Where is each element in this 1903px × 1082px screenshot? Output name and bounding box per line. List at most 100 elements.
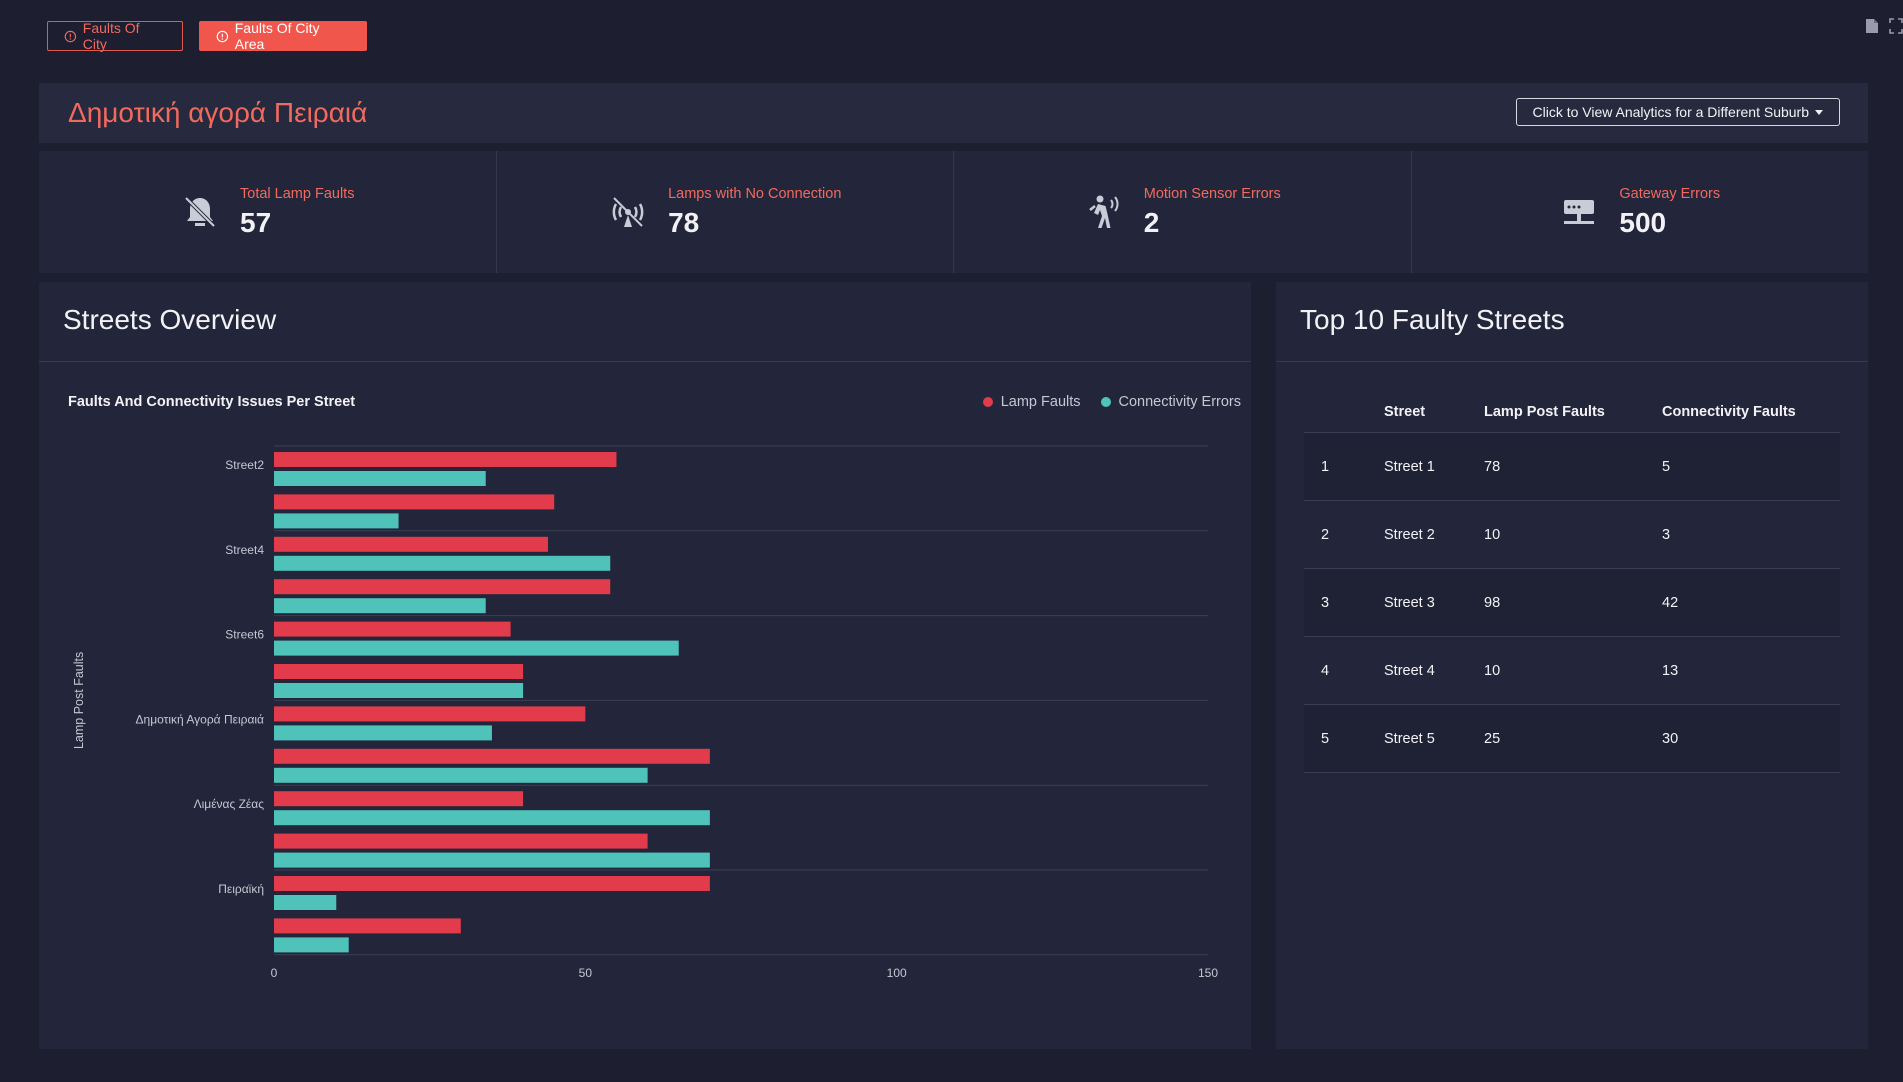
- faults-of-city-button[interactable]: Faults Of City: [47, 20, 183, 52]
- lamp-faults-bar: [274, 536, 548, 552]
- stat-no-connection: Lamps with No Connection 78: [496, 151, 954, 273]
- lamp-faults-bar: [274, 494, 555, 510]
- category-label: Street2: [225, 458, 264, 472]
- stat-value: 2: [1143, 206, 1160, 238]
- top10-title: Top 10 Faulty Streets: [1300, 304, 1565, 335]
- stat-label: Total Lamp Faults: [240, 185, 355, 202]
- street-cell: Street 4: [1384, 636, 1484, 705]
- fullscreen-icon[interactable]: [1889, 18, 1903, 34]
- pdf-file-icon[interactable]: [1865, 18, 1879, 34]
- table-row[interactable]: 5 Street 5 25 30: [1304, 704, 1840, 773]
- top10-table: Street Lamp Post Faults Connectivity Fau…: [1304, 392, 1840, 773]
- gateway-icon: [1564, 200, 1595, 224]
- street-cell: Street 1: [1384, 432, 1484, 501]
- stat-value: 500: [1619, 206, 1667, 238]
- connectivity-faults-cell: 3: [1662, 500, 1840, 569]
- x-tick-label: 0: [271, 966, 278, 980]
- table-row[interactable]: 3 Street 3 98 42: [1304, 568, 1840, 637]
- lamp-faults-bar: [274, 918, 461, 934]
- stat-value: 78: [668, 206, 700, 238]
- stat-motion-sensor: Motion Sensor Errors 2: [954, 151, 1412, 273]
- connectivity-errors-bar: [274, 895, 337, 910]
- x-tick-label: 50: [579, 966, 593, 980]
- rank-cell: 2: [1304, 500, 1384, 569]
- corner-toolbar: [1865, 18, 1903, 34]
- lamp-faults-cell: 10: [1484, 500, 1662, 569]
- lamp-faults-cell: 78: [1484, 432, 1662, 501]
- lamp-faults-bar: [274, 876, 710, 891]
- lamp-faults-cell: 98: [1484, 568, 1662, 637]
- rank-cell: 1: [1304, 432, 1384, 501]
- connectivity-errors-bar: [274, 513, 399, 529]
- lamp-faults-cell: 10: [1484, 636, 1662, 705]
- category-label: Λιμένας Ζέας: [194, 797, 265, 811]
- change-suburb-dropdown[interactable]: Click to View Analytics for a Different …: [1515, 98, 1840, 126]
- lamp-faults-bar: [274, 791, 524, 807]
- motion-sensor-icon: [1088, 195, 1119, 228]
- y-axis-label: Lamp Post Faults: [72, 652, 86, 749]
- connectivity-errors-bar: [274, 810, 710, 826]
- street-cell: Street 5: [1384, 704, 1484, 773]
- info-circle-icon: [216, 30, 229, 42]
- category-label: Street6: [225, 628, 264, 642]
- stat-label: Motion Sensor Errors: [1143, 185, 1281, 202]
- stat-label: Lamps with No Connection: [668, 185, 842, 202]
- rank-header: [1304, 392, 1384, 433]
- category-label: Πειραϊκή: [218, 882, 264, 896]
- street-cell: Street 3: [1384, 568, 1484, 637]
- connectivity-errors-bar: [274, 471, 486, 486]
- connectivity-errors-bar: [274, 555, 611, 571]
- change-suburb-label: Click to View Analytics for a Different …: [1532, 104, 1810, 120]
- stat-value: 57: [240, 206, 272, 238]
- connectivity-faults-cell: 13: [1662, 636, 1840, 705]
- rank-cell: 3: [1304, 568, 1384, 637]
- connectivity-faults-cell: 5: [1662, 432, 1840, 501]
- top10-card: Top 10 Faulty Streets Street Lamp Post F…: [1276, 282, 1868, 1049]
- stat-label: Gateway Errors: [1619, 185, 1721, 202]
- connectivity-errors-bar: [274, 640, 679, 656]
- rank-cell: 4: [1304, 636, 1384, 705]
- connectivity-errors-bar: [274, 767, 648, 783]
- lamp-faults-bar: [274, 452, 617, 467]
- lamp-faults-bar: [274, 664, 524, 679]
- stat-gateway-errors: Gateway Errors 500: [1411, 151, 1868, 273]
- area-header: Δημοτική αγορά Πειραιά Click to View Ana…: [39, 83, 1868, 143]
- column-header: Connectivity Faults: [1662, 392, 1840, 433]
- category-label: Street4: [225, 543, 264, 557]
- area-title: Δημοτική αγορά Πειραιά: [68, 97, 368, 128]
- streets-overview-card: Streets Overview Faults And Connectivity…: [39, 282, 1251, 1049]
- no-connection-icon: [612, 197, 644, 227]
- connectivity-errors-bar: [274, 852, 710, 868]
- stat-total-lamp-faults: Total Lamp Faults 57: [39, 151, 497, 273]
- table-row[interactable]: 1 Street 1 78 5: [1304, 432, 1840, 501]
- connectivity-faults-cell: 42: [1662, 568, 1840, 637]
- street-cell: Street 2: [1384, 500, 1484, 569]
- info-circle-icon: [64, 30, 77, 42]
- table-row[interactable]: 2 Street 2 10 3: [1304, 500, 1840, 569]
- lamp-faults-cell: 25: [1484, 704, 1662, 773]
- category-label: Δημοτική Αγορά Πειραιά: [136, 712, 265, 726]
- table-header-row: Street Lamp Post Faults Connectivity Fau…: [1304, 392, 1840, 433]
- faults-of-city-area-button[interactable]: Faults Of City Area: [199, 20, 367, 52]
- x-tick-label: 100: [887, 966, 907, 980]
- lamp-faults-bar: [274, 621, 511, 637]
- faults-of-city-label: Faults Of City: [82, 20, 140, 52]
- lamp-faults-bar: [274, 706, 586, 722]
- lamp-faults-bar: [274, 579, 611, 595]
- stats-row: Total Lamp Faults 57 Lamps with No Conne…: [39, 151, 1868, 273]
- faults-of-city-area-label: Faults Of City Area: [234, 20, 320, 52]
- lamp-faults-bar: [274, 748, 710, 764]
- column-header: Lamp Post Faults: [1484, 392, 1662, 433]
- lamp-fault-icon: [184, 196, 216, 228]
- column-header: Street: [1384, 392, 1484, 433]
- x-tick-label: 150: [1198, 966, 1218, 980]
- connectivity-errors-bar: [274, 683, 524, 698]
- divider: [1276, 361, 1868, 362]
- table-row[interactable]: 4 Street 4 10 13: [1304, 636, 1840, 705]
- connectivity-errors-bar: [274, 725, 492, 741]
- rank-cell: 5: [1304, 704, 1384, 773]
- caret-down-icon: [1815, 109, 1823, 115]
- lamp-faults-bar: [274, 833, 648, 849]
- connectivity-faults-cell: 30: [1662, 704, 1840, 773]
- bar-chart: Street2 Street4 Street6 Δημοτική Αγορά Πειρ…: [72, 445, 1218, 980]
